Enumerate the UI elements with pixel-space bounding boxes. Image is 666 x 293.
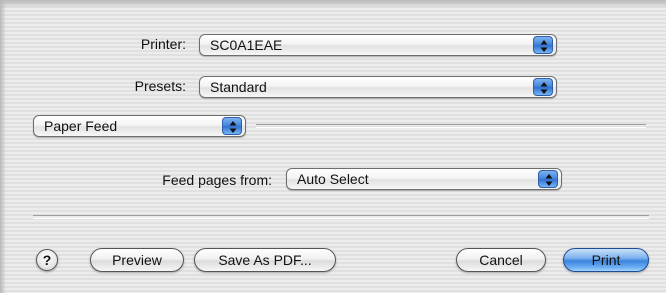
feed-value: Auto Select bbox=[297, 171, 369, 187]
panel-value: Paper Feed bbox=[44, 118, 118, 134]
cancel-button[interactable]: Cancel bbox=[456, 248, 546, 272]
help-button[interactable]: ? bbox=[36, 249, 58, 271]
feed-label: Feed pages from: bbox=[162, 172, 272, 188]
up-down-arrows-icon bbox=[538, 170, 558, 188]
up-down-arrows-icon bbox=[533, 78, 553, 96]
save-as-pdf-button[interactable]: Save As PDF... bbox=[194, 248, 336, 272]
printer-popup[interactable]: SC0A1EAE bbox=[199, 34, 557, 56]
up-down-arrows-icon bbox=[222, 117, 242, 135]
sheet-top-shadow bbox=[0, 0, 666, 8]
presets-popup[interactable]: Standard bbox=[199, 76, 557, 98]
panel-popup[interactable]: Paper Feed bbox=[33, 115, 246, 137]
bottom-divider bbox=[33, 215, 649, 219]
up-down-arrows-icon bbox=[533, 36, 553, 54]
printer-label: Printer: bbox=[140, 36, 186, 52]
print-button[interactable]: Print bbox=[563, 248, 649, 272]
question-mark-icon: ? bbox=[42, 252, 52, 268]
presets-label: Presets: bbox=[134, 78, 186, 94]
panel-divider bbox=[256, 124, 646, 128]
presets-value: Standard bbox=[210, 79, 267, 95]
printer-value: SC0A1EAE bbox=[210, 37, 283, 53]
sheet-left-shadow bbox=[0, 0, 6, 293]
feed-popup[interactable]: Auto Select bbox=[286, 168, 562, 190]
preview-button[interactable]: Preview bbox=[90, 248, 184, 272]
